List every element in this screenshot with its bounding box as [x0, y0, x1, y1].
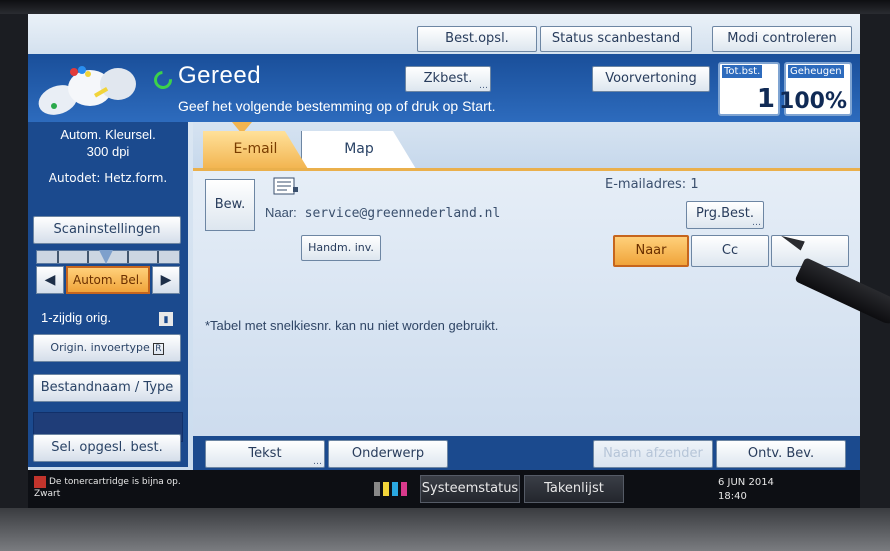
toner-warning: De tonercartridge is bijna op. Zwart	[34, 476, 181, 499]
total-destinations-counter: Tot.bst. 1	[718, 62, 780, 116]
density-lighter-button[interactable]: ◀	[36, 266, 64, 294]
email-count: E-mailadres: 1	[605, 177, 699, 192]
file-name-type-button[interactable]: Bestandnaam / Type	[33, 374, 181, 402]
tab-email[interactable]: E-mail	[203, 131, 308, 169]
screen-bezel-top	[0, 0, 890, 14]
email-icon	[273, 177, 298, 195]
status-title: Gereed	[178, 62, 262, 89]
recipient-line: Naar: service@greennederland.nl	[265, 205, 501, 221]
toner-levels-icon	[374, 482, 407, 496]
recipient-to-button[interactable]: Naar	[613, 235, 689, 267]
receipt-confirmation-button[interactable]: Ontv. Bev.	[716, 440, 846, 468]
density-slider[interactable]	[36, 250, 180, 264]
system-status-button[interactable]: Systeemstatus	[420, 475, 520, 503]
text-button[interactable]: Tekst…	[205, 440, 325, 468]
system-status-bar: De tonercartridge is bijna op. Zwart Sys…	[28, 470, 860, 508]
speed-dial-info: *Tabel met snelkiesnr. kan nu niet worde…	[205, 318, 499, 333]
original-side-label: 1-zijdig orig. ▮	[33, 310, 183, 326]
search-destination-button[interactable]: Zkbest.…	[405, 66, 491, 92]
email-destination-panel: Bew. Naar: service@greennederland.nl E-m…	[193, 171, 860, 436]
scanner-logo-icon	[38, 66, 136, 115]
scan-status-button[interactable]: Status scanbestand	[540, 26, 692, 52]
job-list-button[interactable]: Takenlijst	[524, 475, 624, 503]
date-time: 6 JUN 2014 18:40	[718, 477, 774, 502]
slider-knob-icon	[99, 250, 113, 264]
auto-density-button[interactable]: Autom. Bel.	[66, 266, 150, 294]
color-mode-info: Autom. Kleursel. 300 dpi	[60, 127, 156, 159]
recipient-cc-button[interactable]: Cc	[691, 235, 769, 267]
preview-button[interactable]: Voorvertoning	[592, 66, 710, 92]
original-feed-type-button[interactable]: Origin. invoertype R	[33, 334, 181, 362]
edit-button[interactable]: Bew.	[205, 179, 255, 231]
one-sided-icon: ▮	[159, 312, 173, 326]
screen-bezel-bottom	[0, 508, 890, 551]
memory-counter: Geheugen 100%	[779, 62, 852, 116]
stored-files-button[interactable]: Best.opsl.	[417, 26, 537, 52]
density-darker-button[interactable]: ▶	[152, 266, 180, 294]
manual-input-button[interactable]: Handm. inv.	[301, 235, 381, 261]
email-options-row: Tekst… Onderwerp Naam afzender Ontv. Bev…	[193, 436, 860, 470]
tab-map[interactable]: Map	[301, 131, 416, 169]
program-destination-button[interactable]: Prg.Best.…	[686, 201, 764, 229]
autodetect-info: Autodet: Hetz.form.	[48, 171, 168, 185]
instruction-text: Geef het volgende bestemming op of druk …	[178, 98, 496, 114]
check-modes-button[interactable]: Modi controleren	[712, 26, 852, 52]
subject-button[interactable]: Onderwerp	[328, 440, 448, 468]
top-bar: Best.opsl. Status scanbestand Modi contr…	[28, 14, 860, 54]
scan-settings-button[interactable]: Scaninstellingen	[33, 216, 181, 244]
recipient-address: service@greennederland.nl	[304, 206, 501, 221]
left-settings-panel: Autom. Kleursel. 300 dpi Autodet: Hetz.f…	[28, 122, 188, 467]
select-stored-file-button[interactable]: Sel. opgesl. best.	[33, 434, 181, 462]
touch-screen: Best.opsl. Status scanbestand Modi contr…	[28, 14, 860, 508]
feed-orientation-icon: R	[153, 343, 164, 355]
sender-name-button[interactable]: Naam afzender	[593, 440, 713, 468]
warning-icon	[34, 476, 46, 488]
header-bar: Gereed Geef het volgende bestemming op o…	[28, 54, 860, 122]
